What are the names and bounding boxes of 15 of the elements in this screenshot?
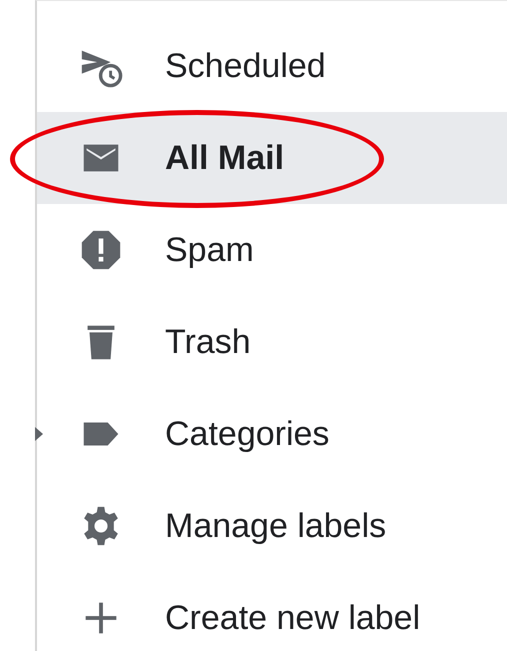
sidebar-item[interactable]: Categories: [37, 388, 507, 480]
item-label: Trash: [165, 322, 251, 362]
item-label: All Mail: [165, 138, 284, 178]
item-label: Categories: [165, 414, 330, 454]
item-label: Spam: [165, 230, 254, 270]
sidebar-item[interactable]: Create new label: [37, 572, 507, 651]
sidebar-item[interactable]: All Mail: [37, 112, 507, 204]
sidebar-item[interactable]: Spam: [37, 204, 507, 296]
sidebar-item[interactable]: Scheduled: [37, 20, 507, 112]
item-label: Create new label: [165, 598, 420, 638]
expand-arrow-icon[interactable]: [35, 427, 43, 441]
sidebar-item[interactable]: Manage labels: [37, 480, 507, 572]
sidebar-item[interactable]: Trash: [37, 296, 507, 388]
item-label: Manage labels: [165, 506, 386, 546]
item-label: Scheduled: [165, 46, 326, 86]
